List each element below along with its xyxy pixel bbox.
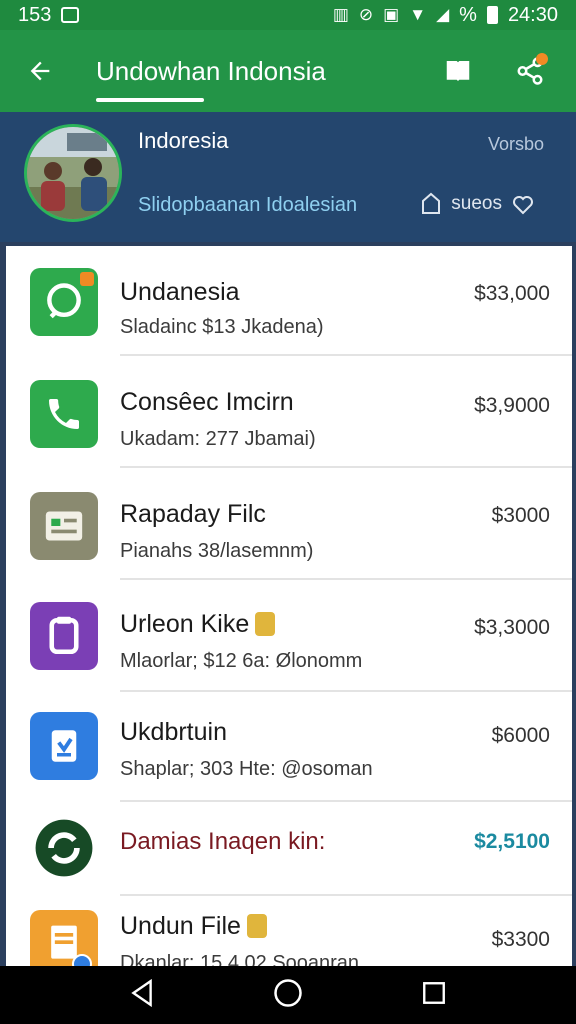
nav-back-button[interactable] [129,978,155,1012]
list-item[interactable]: Urleon Kike Mlaorlar; $12 6a: Ølonomm $3… [6,582,572,692]
refresh-circle-icon [30,814,98,882]
profile-action-label: sueos [451,193,502,214]
notification-dot [536,53,548,65]
list-item[interactable]: Ukdbrtuin Shaplar; 303 Hte: @osoman $600… [6,692,572,802]
back-button[interactable] [0,30,80,112]
id-card-icon [30,492,98,560]
item-price: $6000 [491,724,550,747]
app-title-tab[interactable]: Undowhan Indonsia [80,30,326,112]
list-item[interactable]: Undanesia Sladainc $13 Jkadena) $33,000 [6,246,572,356]
divider [120,354,572,356]
wifi-icon: ▼ [409,5,427,24]
cast-icon: ▣ [383,5,400,24]
chat-bubble-icon [30,268,98,336]
profile-header: Indoresia Slidopbaanan Idoalesian Vorsbo… [0,112,576,242]
status-left-text: 153 [18,3,52,26]
item-list: Undanesia Sladainc $13 Jkadena) $33,000 … [6,246,572,966]
download-clipboard-icon [30,712,98,780]
battery-percent: % [459,3,477,26]
item-price: $33,000 [474,282,550,305]
item-price: $3000 [491,504,550,527]
item-title: Undun File [120,912,267,941]
nav-recents-button[interactable] [421,980,447,1011]
navigation-bar [0,966,576,1024]
profile-avatar[interactable] [24,124,122,222]
title-underline [96,98,204,102]
app-title: Undowhan Indonsia [96,55,326,86]
profile-name: Indoresia [138,128,229,153]
circle-home-icon [274,978,302,1007]
notification-icon [61,7,80,23]
divider [120,466,572,468]
square-recents-icon [423,981,445,1004]
item-title-text: Undun File [120,912,241,940]
item-subtitle: Mlaorlar; $12 6a: Ølonomm [120,650,363,672]
list-item[interactable]: Rapaday Filc Pianahs 38/lasemnm) $3000 [6,470,572,580]
bookmark-button[interactable] [440,53,476,89]
bookmark-icon [446,61,470,81]
item-price: $3,9000 [474,394,550,417]
item-title: Ukdbrtuin [120,718,227,746]
item-subtitle: Ukadam: 277 Jbamai) [120,428,316,450]
heart-outline-icon [513,196,533,215]
triangle-back-icon [131,978,152,1007]
alarm-icon: ⊘ [358,5,374,24]
tag-badge-icon [246,914,267,938]
signal-icon: ◢ [436,5,450,24]
list-item[interactable]: Consêec Imcirn Ukadam: 277 Jbamai) $3,90… [6,358,572,468]
item-price: $3,3000 [474,616,550,639]
share-button[interactable] [512,53,548,89]
clipboard-icon [30,602,98,670]
phone-icon [30,380,98,448]
item-subtitle: Sladainc $13 Jkadena) [120,316,324,338]
status-time: 24:30 [507,3,558,26]
item-title: Consêec Imcirn [120,388,294,416]
tag-outline-icon [422,192,441,214]
item-subtitle: Shaplar; 303 Hte: @osoman [120,758,373,780]
divider [120,578,572,580]
nav-home-button[interactable] [273,978,303,1013]
profile-right-label[interactable]: Vorsbo [488,134,544,155]
item-price: $3300 [491,928,550,951]
item-subtitle: Pianahs 38/lasemnm) [120,540,314,562]
item-title-text: Urleon Kike [120,610,250,638]
arrow-back-icon [30,61,50,81]
item-price: $2,5100 [474,830,550,853]
vibrate-icon: ▥ [332,5,349,24]
list-item[interactable]: Damias Inaqen kin: $2,5100 [6,798,572,896]
status-bar: 153 ▥ ⊘ ▣ ▼ ◢ % 24:30 [0,0,576,30]
battery-icon [486,6,498,24]
tag-badge-icon [255,612,276,636]
document-icon [30,910,98,966]
avatar-photo [27,127,119,219]
list-item[interactable]: Undun File Dkanlar: 15 4 02 Sooanran $33… [6,896,572,966]
profile-subtitle[interactable]: Slidopbaanan Idoalesian [138,194,357,217]
item-title: Rapaday Filc [120,500,266,528]
item-title: Undanesia [120,278,240,306]
app-bar: Undowhan Indonsia [0,30,576,112]
item-title: Urleon Kike [120,610,276,639]
item-title: Damias Inaqen kin: [120,828,326,855]
profile-actions[interactable]: sueos [419,192,536,216]
item-subtitle: Dkanlar: 15 4 02 Sooanran [120,952,360,966]
